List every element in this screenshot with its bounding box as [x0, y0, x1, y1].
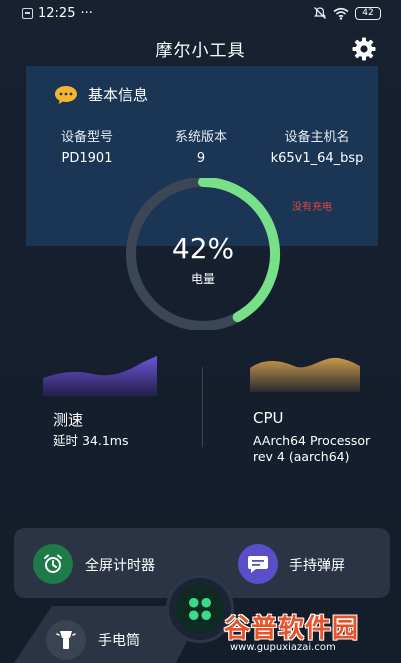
chat-bubble-icon: [55, 85, 77, 104]
basic-info-header: 基本信息: [54, 84, 148, 105]
system-version-label: 系统版本: [174, 130, 227, 145]
clover-icon: [189, 598, 211, 620]
handheld-barrage-label: 手持弹屏: [289, 558, 345, 574]
info-hostname: 设备主机名 k65v1_64_bsp: [262, 126, 372, 166]
notification-app-icon: [22, 8, 33, 19]
alarm-clock-icon: [33, 544, 73, 584]
barrage-message-icon: [238, 544, 278, 584]
cpu-description-line2: rev 4 (aarch64): [253, 449, 350, 464]
center-menu-button[interactable]: [176, 585, 224, 633]
speed-wave-graphic: [43, 356, 157, 396]
watermark-name: 谷普软件园: [224, 614, 360, 644]
app-screen: 12:25 ··· 42 摩尔小工具 基本信息 设备型号 PD1901 系统版本…: [0, 0, 401, 663]
basic-info-title: 基本信息: [88, 86, 149, 104]
speed-test-latency: 延时 34.1ms: [53, 433, 129, 448]
battery-indicator: 42: [355, 6, 381, 20]
status-more-indicator: ···: [80, 6, 93, 21]
info-system-version: 系统版本 9: [166, 126, 236, 166]
fullscreen-timer-label: 全屏计时器: [85, 558, 155, 574]
charging-status: 没有充电: [292, 202, 332, 213]
flashlight-icon: [46, 620, 86, 660]
hostname-label: 设备主机名: [284, 130, 350, 145]
watermark-url: www.gupuxiazai.com: [230, 642, 336, 653]
gear-icon[interactable]: [351, 36, 377, 62]
status-right: 42: [313, 6, 381, 20]
cpu-description-line1: AArch64 Processor: [253, 433, 371, 448]
stats-divider: [202, 367, 203, 447]
battery-percent: 42%: [171, 232, 235, 265]
site-watermark: 谷普软件园 www.gupuxiazai.com: [224, 608, 396, 660]
device-model-value: PD1901: [61, 151, 113, 166]
status-left: 12:25 ···: [22, 6, 93, 21]
page-title: 摩尔小工具: [155, 41, 246, 61]
cpu-title[interactable]: CPU: [253, 409, 284, 427]
flashlight-label: 手电筒: [98, 633, 140, 649]
speed-test-title[interactable]: 测速: [53, 409, 83, 430]
device-model-label: 设备型号: [60, 130, 113, 145]
cpu-wave-graphic: [250, 357, 360, 392]
system-version-value: 9: [196, 151, 206, 166]
status-bar: 12:25 ··· 42: [0, 0, 401, 30]
mute-icon: [314, 7, 326, 19]
wifi-icon: [333, 7, 349, 20]
status-time: 12:25: [38, 6, 76, 21]
battery-label: 电量: [190, 272, 215, 286]
hostname-value: k65v1_64_bsp: [270, 151, 364, 166]
info-device-model: 设备型号 PD1901: [52, 126, 122, 166]
